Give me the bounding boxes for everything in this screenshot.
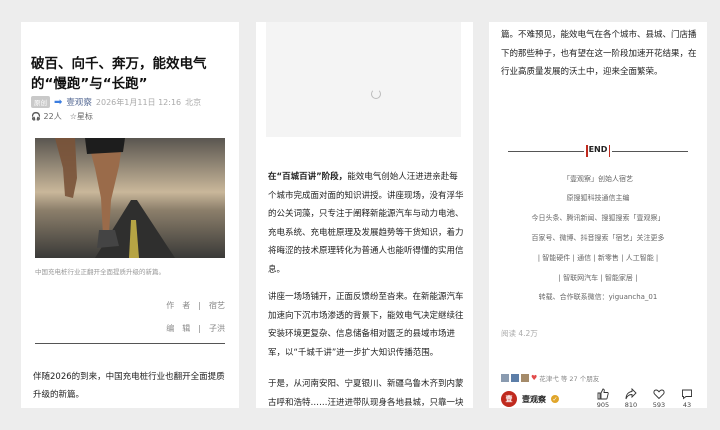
paragraph-1: 在“百城百讲”阶段，能效电气创始人汪进进亲赴每个城市完成面对面的知识讲授。讲座现…	[268, 168, 464, 279]
info-line: 「壹观察」创始人宿艺	[563, 175, 633, 183]
info-line: | 智联网汽车 | 智能家居 |	[558, 274, 638, 282]
friend-avatar	[501, 374, 509, 382]
paragraph-1-text: 能效电气创始人汪进进亲赴每个城市完成面对面的知识讲授。讲座现场，没有浮华的公关词…	[268, 172, 464, 275]
publish-datetime: 2026年1月11日 12:16	[95, 97, 182, 107]
end-divider: END	[508, 144, 688, 158]
star-label: 星标	[76, 112, 93, 121]
star-button[interactable]: ☆星标	[70, 111, 93, 122]
credit-author: 作 者 | 宿艺	[166, 301, 225, 310]
verified-icon: ✓	[551, 395, 559, 403]
comment-icon	[682, 389, 692, 400]
photo-caption: 中国充电桩行业正翻开全面提质升级的新篇。	[35, 268, 165, 276]
info-line: | 智能硬件 | 通信 | 新零售 | 人工智能 |	[537, 254, 659, 262]
share-count: 810	[624, 401, 638, 408]
listen-button[interactable]: 🎧 22人	[31, 111, 62, 122]
friends-liked[interactable]: ♥ 花津弋 等 27 个朋友	[501, 373, 599, 383]
account-logo: 壹	[501, 391, 517, 407]
friends-liked-text: 花津弋 等 27 个朋友	[539, 375, 600, 383]
headphones-icon: 🎧	[31, 112, 41, 121]
like-button[interactable]: 905	[595, 388, 611, 408]
action-bar: 905 810 593 43	[595, 388, 695, 408]
article-title: 破百、向千、奔万，能效电气的“慢跑”与“长跑”	[31, 56, 207, 92]
article-panel-2: 在“百城百讲”阶段，能效电气创始人汪进进亲赴每个城市完成面对面的知识讲授。讲座现…	[256, 22, 473, 408]
recommend-count: 593	[652, 401, 666, 408]
article-panel-3: 篇。不难预见，能效电气在各个城市、县城、门店播下的那些种子，也有望在这一阶段加速…	[489, 22, 707, 408]
arrow-right-icon: ➡	[54, 96, 63, 108]
paragraph-lead: 在“百城百讲”阶段，	[268, 172, 348, 182]
account-name: 壹观察	[522, 394, 546, 404]
heart-outline-icon	[653, 389, 665, 400]
friend-avatar	[521, 374, 529, 382]
article-body-text: 伴随2026的到来，中国充电桩行业也翻开全面提质升级的新篇。	[33, 372, 225, 400]
article-panel-1: 破百、向千、奔万，能效电气的“慢跑”与“长跑” 原创 ➡ 壹观察 2026年1月…	[21, 22, 239, 408]
publish-location: 北京	[185, 97, 202, 107]
article-stats: 🎧 22人 ☆星标	[31, 111, 93, 122]
paragraph-2: 讲座一场场铺开，正面反馈纷至沓来。在新能源汽车加速向下沉市场渗透的背景下，能效电…	[268, 292, 464, 358]
comment-count: 43	[682, 401, 692, 408]
divider	[35, 343, 225, 344]
account-info[interactable]: 壹 壹观察 ✓	[501, 391, 559, 407]
listen-count: 22人	[43, 112, 62, 121]
read-count: 阅读 4.2万	[501, 329, 538, 338]
recommend-button[interactable]: 593	[651, 388, 667, 408]
author-link[interactable]: 壹观察	[66, 96, 92, 108]
end-label: END	[588, 145, 608, 154]
info-line: 百家号、微博、抖音搜索「宿艺」关注更多	[531, 234, 665, 242]
article-meta: 原创 ➡ 壹观察 2026年1月11日 12:16 北京	[31, 96, 201, 108]
info-line: 今日头条、腾讯新闻、搜狐搜索「壹观察」	[531, 214, 665, 222]
comment-button[interactable]: 43	[679, 388, 695, 408]
heart-icon: ♥	[531, 374, 538, 382]
paragraph-3: 于是，从河南安阳、宁夏银川、新疆乌鲁木齐到内蒙古呼和浩特……汪进进带队现身各地县…	[268, 379, 464, 408]
info-line: 转载、合作联系微信：yiguancha_01	[538, 293, 658, 301]
friend-avatar	[511, 374, 519, 382]
thumbs-up-icon	[597, 388, 609, 400]
share-icon	[625, 388, 637, 400]
image-placeholder	[266, 22, 461, 137]
star-icon: ☆	[69, 112, 77, 121]
article-closing-text: 篇。不难预见，能效电气在各个城市、县城、门店播下的那些种子，也有望在这一阶段加速…	[501, 30, 697, 77]
share-button[interactable]: 810	[623, 388, 639, 408]
runner-photo	[35, 138, 225, 258]
info-line: 原搜狐科技通信主编	[566, 194, 630, 202]
loading-spinner-icon	[371, 89, 381, 99]
original-tag: 原创	[31, 96, 50, 108]
credit-editor: 编 辑 | 子洪	[166, 324, 225, 333]
like-count: 905	[596, 401, 610, 408]
